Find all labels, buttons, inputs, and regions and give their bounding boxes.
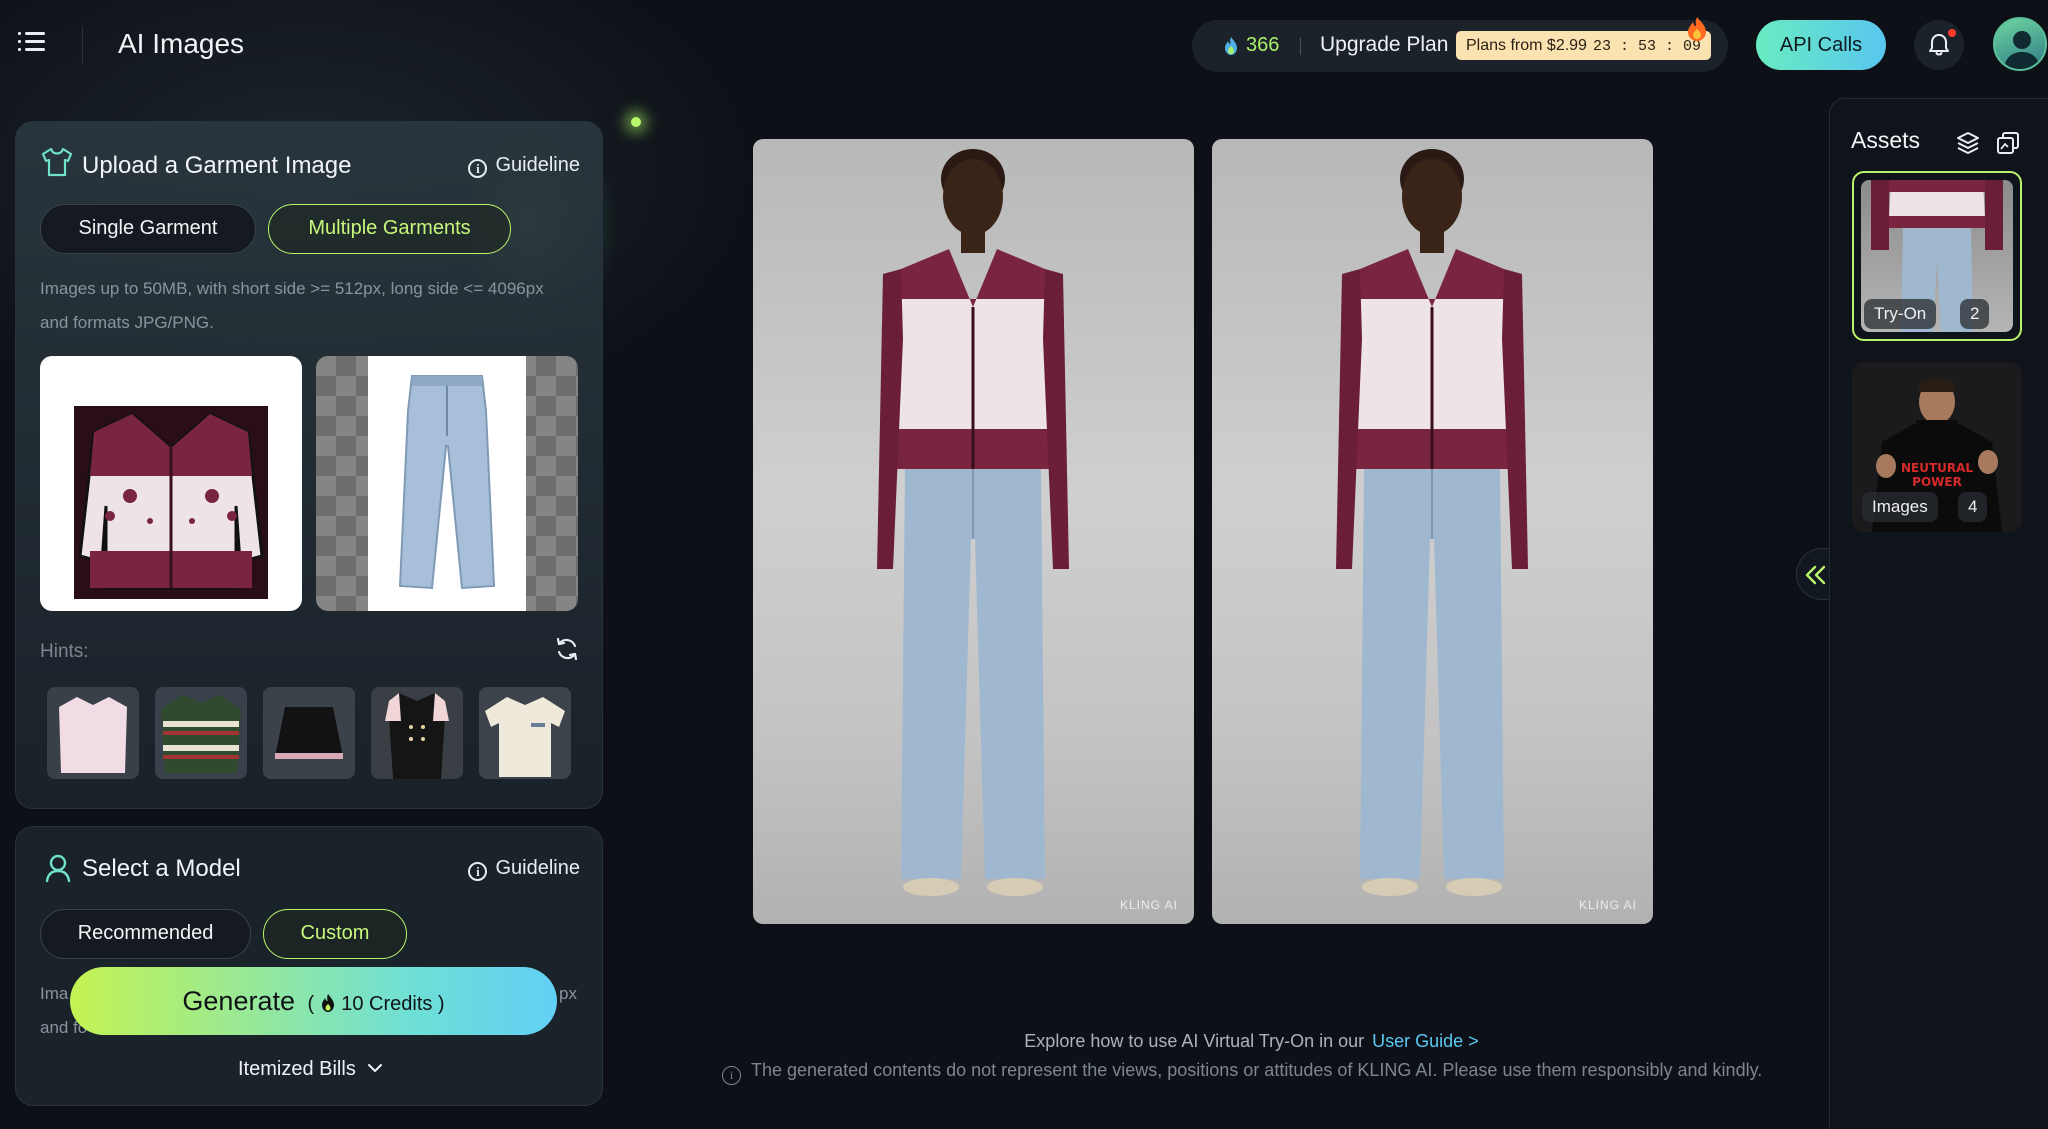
garment-panel: Upload a Garment Image i Guideline Single… [15,121,603,809]
garment-thumbnail-cardigan[interactable] [40,356,302,611]
polo-image [485,697,565,777]
cardigan-image [74,406,268,599]
info-icon: i [722,1066,741,1085]
guideline-label: Guideline [495,154,580,176]
hint-garment-pink-sweater[interactable] [47,687,139,779]
watermark: KLING AI [1578,898,1637,912]
promo-text: Plans from $2.99 [1466,37,1587,54]
layers-icon[interactable] [1955,130,1981,156]
bell-icon [1929,34,1949,56]
avatar[interactable] [1993,17,2047,71]
dress-image [385,693,449,779]
tab-custom[interactable]: Custom [263,909,407,959]
api-calls-button[interactable]: API Calls [1756,20,1886,70]
hint-garment-black-skirt[interactable] [263,687,355,779]
asset-count: 4 [1958,492,1988,522]
jeans-image [368,356,526,611]
guideline-link[interactable]: i Guideline [468,154,580,178]
credit-count: 366 [1246,34,1280,56]
garment-thumbnail-jeans[interactable] [316,356,578,611]
hint-garment-white-polo[interactable] [479,687,571,779]
model-photo [877,149,1069,896]
gallery-icon[interactable] [1995,130,2021,156]
sparkle [631,117,641,127]
asset-label: Images [1862,492,1938,522]
itemized-bills-label: Itemized Bills [238,1058,356,1080]
watermark: KLING AI [1119,898,1178,912]
notification-dot [1948,29,1956,37]
generate-label: Generate [182,986,295,1016]
generate-credits: ( 10 Credits ) [307,993,445,1015]
notifications-button[interactable] [1914,20,1964,70]
double-chevron-left-icon [1805,565,1826,585]
asset-card-try-on[interactable]: Try-On 2 [1852,171,2022,341]
panel-title: Select a Model [82,855,241,882]
result-image[interactable]: KLING AI [1212,139,1653,924]
flame-icon [321,994,334,1012]
divider [1300,37,1301,55]
divider [82,26,83,64]
tab-recommended[interactable]: Recommended [40,909,251,959]
user-guide-line: Explore how to use AI Virtual Try-On in … [0,1031,2048,1052]
hint-garment-black-dress[interactable] [371,687,463,779]
credit-pill[interactable]: 366 Upgrade Plan Plans from $2.99 23 : 53… [1192,17,1728,72]
guideline-link[interactable]: i Guideline [468,857,580,881]
tab-single-garment[interactable]: Single Garment [40,204,256,254]
asset-count: 2 [1960,299,1990,329]
asset-label: Try-On [1864,299,1937,329]
tab-multiple-garments[interactable]: Multiple Garments [268,204,511,254]
assets-title: Assets [1851,127,1921,153]
promo-badge[interactable]: Plans from $2.99 23 : 53 : 09 [1456,31,1711,60]
explore-text: Explore how to use AI Virtual Try-On in … [1024,1031,1365,1051]
requirements-text: Ima [40,984,69,1003]
refresh-icon[interactable] [554,636,580,662]
person-icon [45,854,71,883]
disclaimer-text: The generated contents do not represent … [751,1060,1763,1080]
shirt-icon [41,147,73,177]
panel-title: Upload a Garment Image [82,152,352,179]
disclaimer: i The generated contents do not represent… [722,1060,1762,1085]
chevron-down-icon [368,1064,383,1072]
user-icon [2004,31,2040,69]
itemized-bills-toggle[interactable]: Itemized Bills [238,1058,383,1081]
requirements-text: px [559,984,577,1003]
polo-image [161,695,241,773]
generate-button[interactable]: Generate ( 10 Credits ) [70,967,557,1035]
poster-text: POWER [1912,475,1962,489]
fire-icon [1688,17,1706,41]
asset-card-images[interactable]: NEUTURAL POWER Images 4 [1852,362,2022,532]
flame-icon [1225,37,1237,55]
top-bar: AI Images 366 Upgrade Plan Plans from $2… [0,0,2048,90]
info-icon: i [468,862,488,881]
page-title: AI Images [118,28,245,59]
hints-label: Hints: [40,641,89,662]
generate-credits-text: 10 Credits [341,993,433,1015]
upgrade-plan-link[interactable]: Upgrade Plan [1320,33,1448,57]
assets-panel: Assets Try-On 2 NEUTURAL POWER Images 4 [1829,98,2048,1129]
menu-icon[interactable] [18,32,46,58]
promo-timer: 23 : 53 : 09 [1592,38,1701,55]
sweater-image [59,697,127,773]
user-guide-link[interactable]: User Guide > [1372,1031,1479,1051]
requirements-text: and formats JPG/PNG. [40,313,214,332]
model-photo [1336,149,1528,896]
guideline-label: Guideline [495,857,580,879]
requirements-text: Images up to 50MB, with short side >= 51… [40,279,544,298]
skirt-image [275,707,343,759]
result-image[interactable]: KLING AI [753,139,1194,924]
hint-garment-striped-polo[interactable] [155,687,247,779]
collapse-assets-button[interactable] [1796,548,1830,600]
poster-text: NEUTURAL [1901,461,1973,475]
info-icon: i [468,159,488,178]
